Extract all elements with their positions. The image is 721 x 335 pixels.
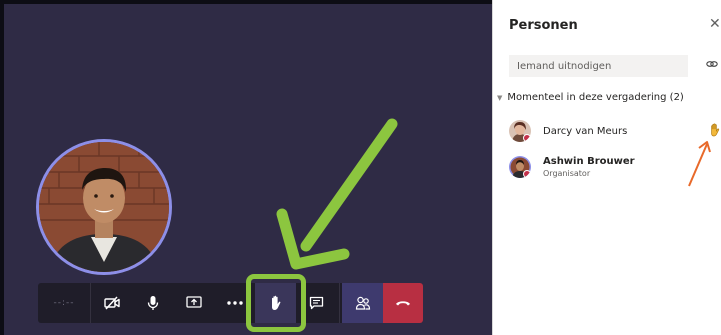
- camera-off-icon: [103, 296, 120, 310]
- in-meeting-section-header[interactable]: ▼ Momenteel in deze vergadering (2): [497, 92, 684, 103]
- participant-item[interactable]: Darcy van Meurs: [509, 120, 627, 142]
- status-busy-icon: [523, 134, 531, 142]
- share-screen-icon: [185, 296, 202, 308]
- participant-name: Darcy van Meurs: [543, 125, 628, 137]
- participant-role: Organisator: [543, 169, 591, 178]
- more-actions-icon: [226, 301, 243, 305]
- participants-button[interactable]: [342, 283, 383, 323]
- more-actions-button[interactable]: [214, 283, 255, 323]
- chevron-down-icon: ▼: [497, 93, 503, 102]
- meeting-stage: --:--: [0, 0, 492, 335]
- camera-toggle-button[interactable]: [91, 283, 132, 323]
- share-screen-button[interactable]: [173, 283, 214, 323]
- chat-icon: [309, 296, 324, 310]
- microphone-toggle-button[interactable]: [132, 283, 173, 323]
- control-divider: [339, 283, 340, 323]
- call-timer: --:--: [38, 283, 91, 323]
- panel-title: Personen: [509, 18, 578, 33]
- close-icon[interactable]: ✕: [709, 16, 721, 32]
- meeting-control-bar: --:--: [38, 283, 423, 323]
- status-busy-icon: [523, 170, 531, 178]
- raised-hand-indicator-icon: [711, 123, 720, 137]
- chat-button[interactable]: [296, 283, 337, 323]
- person-photo-icon: [39, 142, 169, 272]
- participant-name: Ashwin Brouwer: [543, 156, 635, 167]
- participant-item[interactable]: Ashwin Brouwer Organisator: [509, 156, 635, 178]
- invite-input[interactable]: [509, 55, 688, 77]
- microphone-icon: [147, 296, 158, 310]
- avatar: [509, 156, 531, 178]
- share-link-icon[interactable]: [706, 59, 718, 69]
- green-annotation-arrow-icon: [276, 118, 398, 270]
- hang-up-icon: [396, 301, 410, 306]
- orange-annotation-arrow-icon: [688, 141, 711, 187]
- participants-panel: Personen ✕ ▼ Momenteel in deze vergaderi…: [492, 0, 721, 335]
- raise-hand-button[interactable]: [255, 283, 296, 323]
- section-label: Momenteel in deze vergadering (2): [507, 92, 684, 103]
- participant-video-avatar: [36, 139, 172, 275]
- participants-icon: [355, 296, 370, 310]
- hang-up-button[interactable]: [383, 283, 423, 323]
- raise-hand-icon: [271, 295, 280, 310]
- avatar: [509, 120, 531, 142]
- meeting-screenshot: --:-- Personen ✕ Iemand uitnodigen ▼ Mom…: [0, 0, 721, 335]
